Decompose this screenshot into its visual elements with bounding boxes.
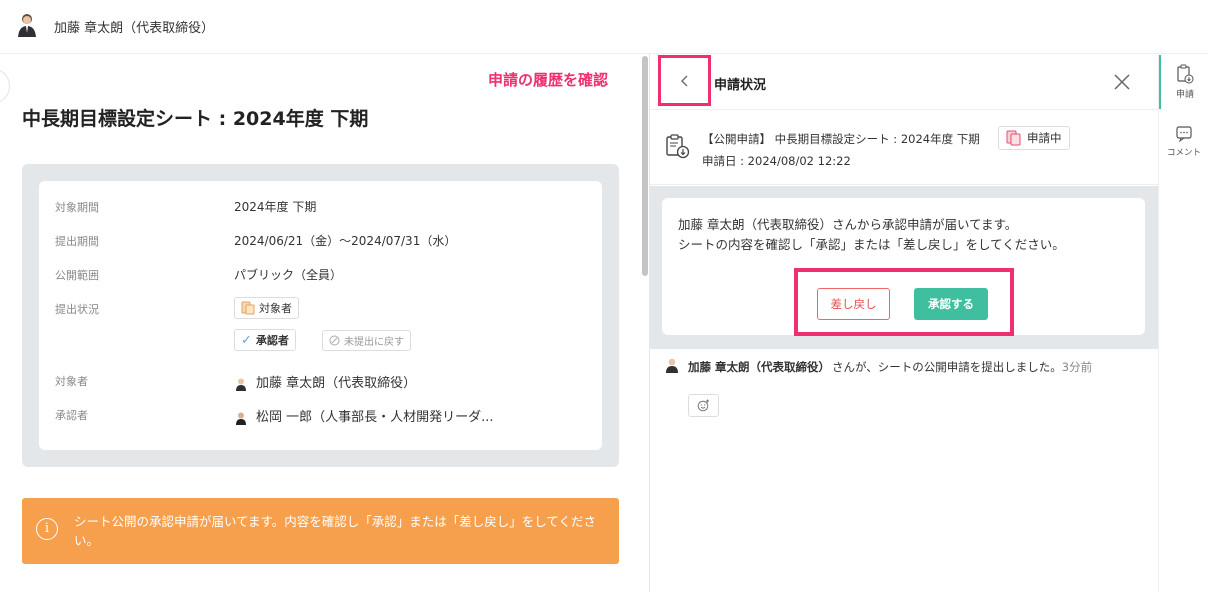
approval-message: 加藤 章太朗（代表取締役）さんから承認申請が届いてます。 シートの内容を確認し「…: [678, 215, 1065, 255]
approver-status-chip: ✓ 承認者: [234, 329, 296, 351]
approval-notice-banner: i シート公開の承認申請が届いてます。内容を確認し「承認」または「差し戻し」をし…: [22, 498, 619, 564]
chip-label: 対象者: [259, 302, 292, 315]
info-value: 2024/06/21（金）～2024/07/31（水）: [234, 234, 457, 248]
person-avatar-icon: [666, 358, 678, 373]
close-icon[interactable]: [1112, 72, 1132, 92]
application-date: 申請日 : 2024/08/02 12:22: [702, 154, 851, 168]
status-badge: 申請中: [998, 126, 1070, 150]
approve-button[interactable]: 承認する: [914, 288, 988, 320]
scrollbar[interactable]: [642, 56, 648, 276]
target-person-name: 加藤 章太朗（代表取締役）: [256, 376, 417, 391]
add-reaction-button[interactable]: [688, 394, 719, 417]
person-avatar-icon: [236, 378, 246, 391]
panel-title: 申請状況: [714, 78, 767, 93]
sidebar-item-application[interactable]: 申請: [1159, 55, 1208, 109]
person-avatar-icon: [236, 412, 246, 425]
revert-icon: [329, 335, 340, 346]
approver-name: 松岡 一郎（人事部長・人材開発リーダ...: [256, 410, 494, 425]
current-user-name: 加藤 章太朗（代表取締役）: [54, 21, 215, 36]
info-label: 提出期間: [55, 235, 99, 248]
activity-message: さんが、シートの公開申請を提出しました。: [832, 360, 1062, 374]
clipboard-icon: [666, 134, 690, 159]
info-row-target-person: 対象者 加藤 章太朗（代表取締役）: [39, 371, 602, 391]
sidebar-item-comment[interactable]: コメント: [1159, 125, 1208, 171]
info-row-visibility: 公開範囲 パブリック（全員）: [39, 265, 602, 285]
sheet-info-card: 対象期間 2024年度 下期 提出期間 2024/06/21（金）～2024/0…: [39, 181, 602, 450]
revert-to-unsubmitted-button[interactable]: 未提出に戻す: [322, 330, 411, 351]
application-title: 【公開申請】 中長期目標設定シート : 2024年度 下期: [702, 132, 980, 146]
annotation-label: 申請の履歴を確認: [488, 71, 609, 89]
info-row-submit-period: 提出期間 2024/06/21（金）～2024/07/31（水）: [39, 231, 602, 251]
info-value: 2024年度 下期: [234, 200, 317, 214]
check-icon: ✓: [241, 332, 252, 348]
sidebar-item-label: 申請: [1175, 90, 1194, 100]
info-label: 対象者: [55, 375, 88, 388]
panel-header: 申請状況: [650, 55, 1158, 110]
top-header: 加藤 章太朗（代表取締役）: [0, 0, 1208, 54]
chevron-left-icon: [680, 75, 687, 86]
collapse-handle[interactable]: [0, 68, 10, 104]
document-icon: [1006, 130, 1021, 146]
info-value: 加藤 章太朗（代表取締役）: [234, 372, 416, 391]
chip-label: 未提出に戻す: [344, 337, 404, 348]
clipboard-icon: [1177, 64, 1194, 84]
right-sidebar: 申請 コメント: [1158, 55, 1208, 592]
page-title: 中長期目標設定シート : 2024年度 下期: [22, 108, 369, 130]
activity-user-name: 加藤 章太朗（代表取締役）: [688, 360, 831, 374]
action-buttons-highlight: 差し戻し 承認する: [794, 268, 1014, 336]
sidebar-item-label: コメント: [1166, 148, 1201, 158]
info-row-approver: 承認者 松岡 一郎（人事部長・人材開発リーダ...: [39, 405, 602, 425]
info-label: 提出状況: [55, 303, 99, 316]
chip-label: 承認者: [255, 334, 289, 347]
info-label: 対象期間: [55, 201, 99, 214]
send-back-button[interactable]: 差し戻し: [817, 288, 890, 320]
document-icon: [241, 301, 255, 315]
smiley-add-icon: [697, 399, 709, 412]
comment-icon: [1176, 126, 1192, 143]
info-label: 公開範囲: [55, 269, 99, 282]
activity-time: 3分前: [1061, 360, 1093, 374]
message-line: 加藤 章太朗（代表取締役）さんから承認申請が届いてます。: [678, 217, 1018, 232]
info-icon: i: [36, 518, 58, 540]
sheet-info-panel: 対象期間 2024年度 下期 提出期間 2024/06/21（金）～2024/0…: [22, 164, 619, 467]
approval-request-card: 加藤 章太朗（代表取締役）さんから承認申請が届いてます。 シートの内容を確認し「…: [662, 198, 1145, 336]
application-info: 【公開申請】 中長期目標設定シート : 2024年度 下期 申請中 申請日 : …: [650, 111, 1158, 185]
user-avatar[interactable]: [14, 11, 40, 37]
info-value: 松岡 一郎（人事部長・人材開発リーダ...: [234, 406, 494, 425]
activity-text: さんが、シートの公開申請を提出しました。3分前: [832, 359, 1092, 375]
approval-action-area: 加藤 章太朗（代表取締役）さんから承認申請が届いてます。 シートの内容を確認し「…: [650, 186, 1158, 349]
info-row-submission-status: 提出状況: [39, 299, 602, 319]
status-label: 申請中: [1027, 131, 1062, 145]
back-button[interactable]: [658, 55, 711, 106]
message-line: シートの内容を確認し「承認」または「差し戻し」をしてください。: [678, 237, 1065, 252]
info-row-period: 対象期間 2024年度 下期: [39, 197, 602, 217]
info-value: パブリック（全員）: [234, 268, 343, 282]
target-status-chip: 対象者: [234, 297, 299, 319]
notice-text: シート公開の承認申請が届いてます。内容を確認し「承認」または「差し戻し」をしてく…: [74, 514, 597, 548]
info-label: 承認者: [55, 409, 88, 422]
application-status-panel: 申請状況 【公開申請】 中長期目標設定シート : 2024年度 下期 申請中 申…: [650, 55, 1158, 592]
